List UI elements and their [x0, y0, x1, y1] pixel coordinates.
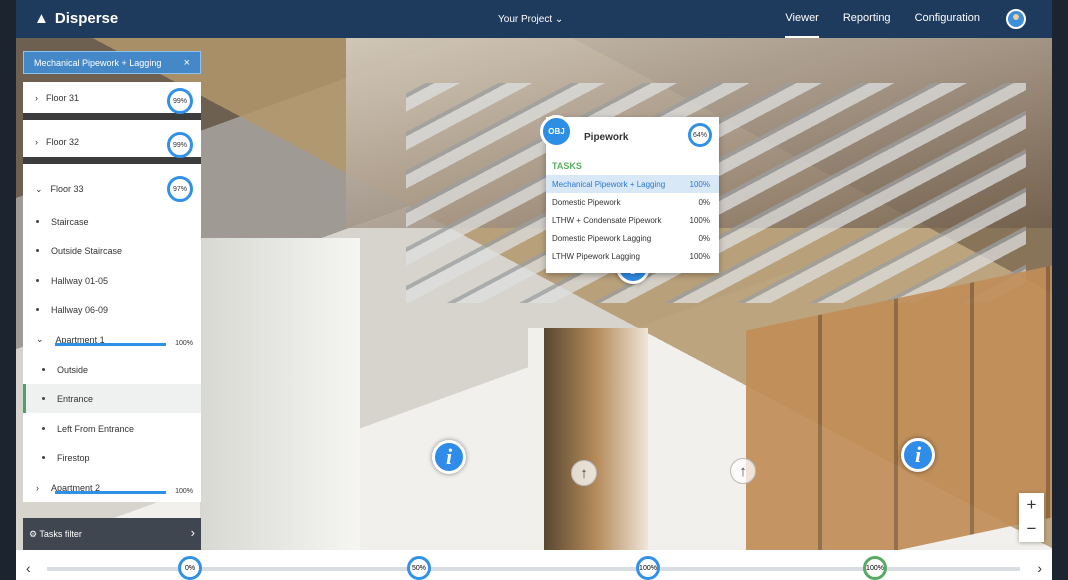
- doorway-image-area: [528, 328, 648, 550]
- viewer-tab[interactable]: Viewer: [785, 12, 819, 38]
- task-value: 100%: [689, 252, 710, 261]
- project-selector[interactable]: Your Project ⌄: [498, 14, 563, 25]
- disperse-viewer: ▲ Disperse Your Project ⌄ Viewer Reporti…: [16, 0, 1052, 580]
- info-icon[interactable]: i: [901, 438, 935, 472]
- configuration-tab[interactable]: Configuration: [915, 12, 980, 38]
- chevron-right-icon: ›: [36, 482, 39, 493]
- up-arrow-icon[interactable]: ↑: [571, 460, 597, 486]
- main-navigation: Viewer Reporting Configuration: [785, 12, 980, 38]
- task-name: LTHW Pipework Lagging: [552, 252, 640, 261]
- room-label: Staircase: [51, 216, 89, 227]
- previous-timeline-icon[interactable]: ‹: [26, 560, 31, 576]
- task-name: LTHW + Condensate Pipework: [552, 216, 662, 225]
- wall-image-area: [200, 238, 360, 550]
- close-icon[interactable]: ×: [184, 57, 190, 69]
- timeline-point[interactable]: 0%: [178, 556, 202, 580]
- floor-row[interactable]: › Floor 31 99%: [23, 82, 201, 120]
- up-arrow-icon[interactable]: ↑: [730, 458, 756, 484]
- reporting-tab[interactable]: Reporting: [843, 12, 891, 38]
- room-label: Left From Entrance: [57, 423, 135, 434]
- filter-icon: ⚙: [29, 529, 38, 539]
- timeline-point[interactable]: 100%: [636, 556, 660, 580]
- room-item[interactable]: Firestop: [23, 443, 201, 472]
- plywood-wall-image-area: [746, 265, 1052, 580]
- room-group[interactable]: ⌄ Apartment 1 100%: [23, 325, 201, 354]
- room-item[interactable]: Left From Entrance: [23, 414, 201, 443]
- bullet-icon: [42, 456, 45, 459]
- floor-label: Floor 32: [46, 136, 80, 147]
- bullet-icon: [36, 308, 39, 311]
- tasks-heading: TASKS: [552, 161, 582, 171]
- task-value: 0%: [698, 234, 710, 243]
- popup-percent: 64%: [688, 123, 712, 147]
- info-icon[interactable]: i: [432, 440, 466, 474]
- object-badge: OBJ: [540, 115, 573, 148]
- floor-label: Floor 31: [46, 92, 80, 103]
- disperse-logo-icon: ▲: [34, 10, 49, 27]
- task-row[interactable]: Domestic Pipework Lagging 0%: [546, 229, 719, 247]
- room-progress-percent: 100%: [175, 488, 193, 495]
- timeline-point[interactable]: 100%: [863, 556, 887, 580]
- progress-circle: 99%: [167, 132, 193, 158]
- room-progress-bar: [55, 491, 166, 494]
- room-item[interactable]: Entrance: [23, 384, 201, 413]
- chevron-right-icon: ›: [35, 136, 38, 147]
- zoom-in-button[interactable]: +: [1019, 493, 1044, 517]
- next-timeline-icon[interactable]: ›: [1037, 560, 1042, 576]
- room-item[interactable]: Hallway 06-09: [23, 295, 201, 324]
- room-item[interactable]: Hallway 01-05: [23, 266, 201, 295]
- chevron-right-icon: ›: [35, 92, 38, 103]
- room-label: Entrance: [57, 393, 94, 404]
- progress-circle: 99%: [167, 88, 193, 114]
- room-label: Firestop: [57, 452, 90, 463]
- room-progress-percent: 100%: [175, 340, 193, 347]
- room-label: Hallway 01-05: [51, 275, 109, 286]
- popup-title: Pipework: [584, 132, 629, 143]
- room-item[interactable]: Outside Staircase: [23, 236, 201, 265]
- bullet-icon: [42, 368, 45, 371]
- location-tree-panel: › Floor 31 99% › Floor 32 99% ⌄ Floor 33…: [23, 82, 201, 502]
- room-label: Outside: [57, 364, 89, 375]
- task-value: 100%: [689, 216, 710, 225]
- tasks-filter-label: Tasks filter: [39, 529, 82, 539]
- task-row[interactable]: LTHW Pipework Lagging 100%: [546, 247, 719, 265]
- chevron-down-icon: ⌄: [36, 334, 44, 344]
- brand-logo[interactable]: ▲ Disperse: [34, 10, 118, 27]
- room-item[interactable]: Staircase: [23, 207, 201, 236]
- room-group[interactable]: › Apartment 2 100%: [23, 473, 201, 502]
- zoom-out-button[interactable]: −: [1019, 517, 1044, 541]
- room-label: Outside Staircase: [51, 245, 123, 256]
- task-name: Mechanical Pipework + Lagging: [552, 180, 666, 189]
- room-item[interactable]: Outside: [23, 355, 201, 384]
- user-avatar[interactable]: [1006, 9, 1026, 29]
- room-progress-bar: [55, 343, 166, 346]
- zoom-controls: + −: [1019, 493, 1044, 542]
- tasks-filter-button[interactable]: ⚙ Tasks filter ›: [23, 518, 201, 550]
- room-label: Hallway 06-09: [51, 304, 109, 315]
- active-filter-chip[interactable]: Mechanical Pipework + Lagging ×: [23, 51, 201, 74]
- chevron-right-icon: ›: [190, 525, 195, 540]
- brand-name: Disperse: [54, 10, 119, 27]
- bullet-icon: [36, 279, 39, 282]
- floor-row[interactable]: › Floor 32 99%: [23, 126, 201, 164]
- bullet-icon: [36, 220, 39, 223]
- room-list: Staircase Outside Staircase Hallway 01-0…: [23, 174, 201, 502]
- top-navigation-bar: ▲ Disperse Your Project ⌄ Viewer Reporti…: [16, 0, 1052, 38]
- task-row[interactable]: Domestic Pipework 0%: [546, 193, 719, 211]
- task-value: 0%: [698, 198, 710, 207]
- task-row[interactable]: Mechanical Pipework + Lagging 100%: [546, 175, 719, 193]
- bullet-icon: [36, 249, 39, 252]
- pipework-popup: OBJ Pipework 64% TASKS Mechanical Pipewo…: [540, 115, 719, 273]
- task-value: 100%: [689, 180, 710, 189]
- task-name: Domestic Pipework Lagging: [552, 234, 652, 243]
- timeline-point[interactable]: 50%: [407, 556, 431, 580]
- bullet-icon: [42, 427, 45, 430]
- filter-chip-label: Mechanical Pipework + Lagging: [34, 58, 162, 68]
- bullet-icon: [42, 397, 45, 400]
- timeline: ‹ 0% 50% 100% 100% ›: [16, 550, 1052, 580]
- task-row[interactable]: LTHW + Condensate Pipework 100%: [546, 211, 719, 229]
- task-name: Domestic Pipework: [552, 198, 621, 207]
